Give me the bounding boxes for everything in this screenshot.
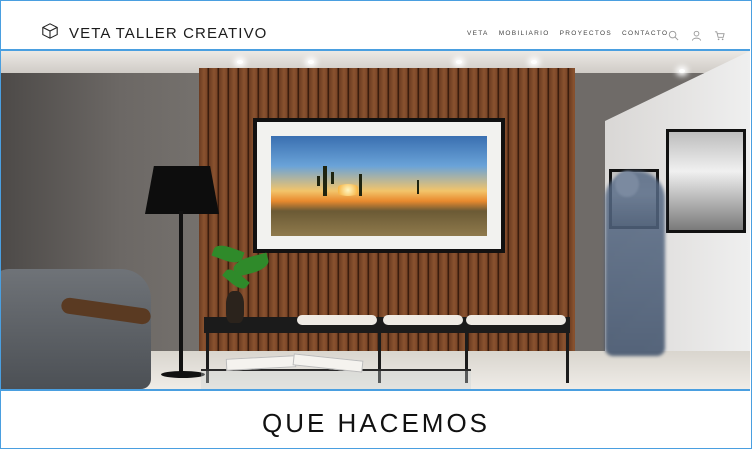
framed-desert-picture [253,118,505,253]
ceiling-spotlight [456,60,462,64]
hero-image [1,51,750,391]
site-header: VETA TALLER CREATIVO VETA MOBILIARIO PRO… [1,1,750,51]
desert-cactus-image [271,135,487,236]
armchair [1,269,151,389]
cart-icon[interactable] [714,28,725,46]
search-icon[interactable] [668,28,679,46]
main-nav: VETA MOBILIARIO PROYECTOS CONTACTO [467,30,678,37]
ceiling-spotlight [308,60,314,64]
bench-cushion [383,315,463,325]
nav-item-veta[interactable]: VETA [467,30,489,37]
glass-coffee-table [201,369,471,389]
section-title: QUE HACEMOS [261,408,491,438]
plant-vase [226,291,244,323]
bench-cushion [297,315,377,325]
floor-lamp-pole [179,211,183,376]
nav-item-mobiliario[interactable]: MOBILIARIO [499,30,550,37]
brand-name: VETA TALLER CREATIVO [69,25,268,42]
bench-leg [566,333,569,383]
cube-logo-icon [41,22,59,45]
blurred-person [605,171,665,356]
blurred-person-head [615,171,639,197]
logo[interactable]: VETA TALLER CREATIVO [41,22,267,45]
ceiling-spotlight [237,60,243,64]
nav-item-contacto[interactable]: CONTACTO [622,30,668,37]
wall-photo-city [666,129,746,233]
ceiling-spotlight [679,69,685,73]
user-icon[interactable] [691,28,702,46]
ceiling-spotlight [531,60,537,64]
floor-lamp-base [161,371,205,378]
floor-lamp-shade [145,166,219,214]
nav-item-proyectos[interactable]: PROYECTOS [560,30,612,37]
bench-cushion [466,315,566,325]
header-icons [668,28,725,46]
